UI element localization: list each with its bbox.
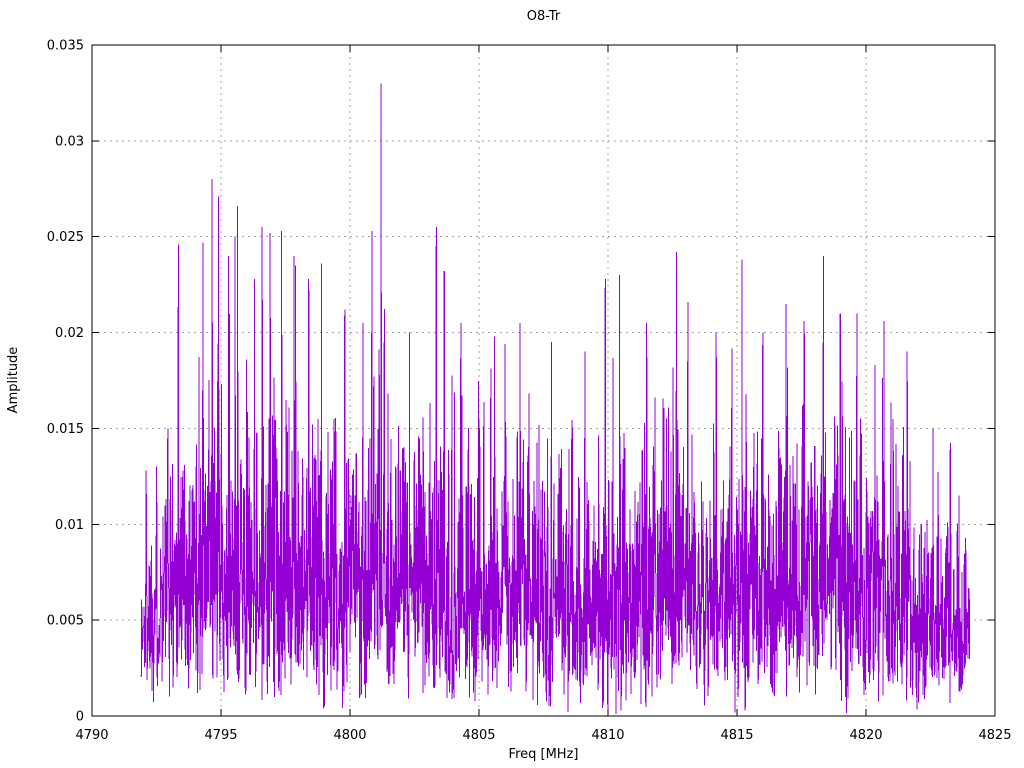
chart-figure: 4790 4795 4800 4805 4810 4815 4820 4825 0 0.005 0.… bbox=[0, 0, 1024, 768]
plot-area: 4790 4795 4800 4805 4810 4815 4820 4825 0 0.005 0.… bbox=[47, 39, 1012, 744]
y-tick-label: 0 bbox=[76, 710, 84, 725]
y-tick-label: 0.02 bbox=[55, 326, 84, 341]
y-tick-label: 0.01 bbox=[55, 518, 84, 533]
x-tick-label: 4790 bbox=[75, 728, 108, 743]
y-tick-label: 0.035 bbox=[47, 39, 84, 54]
x-tick-label: 4825 bbox=[978, 728, 1011, 743]
x-tick-label: 4820 bbox=[849, 728, 882, 743]
y-axis-label: Amplitude bbox=[6, 346, 21, 414]
spectrum-trace bbox=[140, 83, 971, 715]
x-tick-label: 4810 bbox=[591, 728, 624, 743]
x-tick-label: 4795 bbox=[204, 728, 237, 743]
x-tick-label: 4800 bbox=[333, 728, 366, 743]
y-tick-label: 0.025 bbox=[47, 230, 84, 245]
y-tick-label: 0.005 bbox=[47, 614, 84, 629]
chart-title: O8-Tr bbox=[526, 9, 561, 24]
y-tick-label: 0.03 bbox=[55, 134, 84, 149]
y-tick-label: 0.015 bbox=[47, 422, 84, 437]
x-axis-label: Freq [MHz] bbox=[508, 747, 579, 762]
x-tick-label: 4815 bbox=[720, 728, 753, 743]
x-tick-label: 4805 bbox=[462, 728, 495, 743]
